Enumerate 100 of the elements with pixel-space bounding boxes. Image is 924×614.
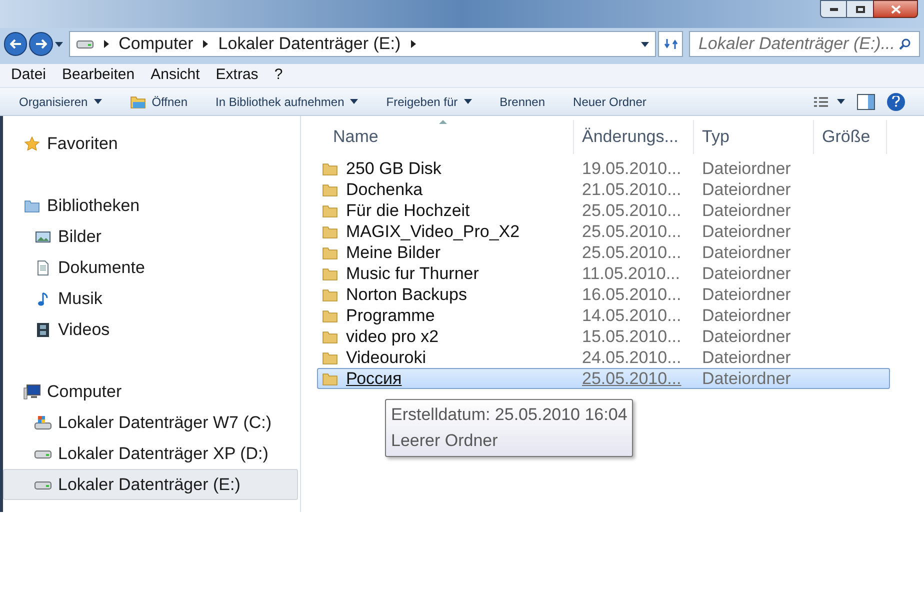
back-button[interactable] (4, 32, 28, 56)
date-cell-text: 25.05.2010... (581, 200, 682, 222)
type-cell-text: Dateiordner (701, 284, 792, 306)
sidebar-item[interactable]: Computer (3, 376, 298, 407)
help-button[interactable] (887, 92, 905, 110)
date-cell-text: 25.05.2010... (581, 368, 682, 390)
library-folder-icon (24, 198, 40, 214)
refresh-icon (664, 38, 678, 50)
caret-icon (54, 42, 63, 46)
folder-icon (322, 370, 338, 386)
list-view-icon (813, 96, 829, 108)
sidebar-item[interactable]: Musik (3, 283, 298, 314)
column-header[interactable]: Änderungs... (573, 120, 693, 154)
menu-item[interactable]: Ansicht (150, 64, 200, 87)
file-row[interactable]: video pro x2 15.05.2010... Dateiordner (317, 326, 890, 347)
view-options-button[interactable] (813, 96, 845, 108)
breadcrumb[interactable]: Computer (118, 31, 194, 57)
type-cell-text: Dateiordner (701, 200, 792, 222)
file-name: Dochenka (346, 178, 423, 201)
toolbar-button[interactable]: In Bibliothek aufnehmen (216, 92, 358, 110)
drive-icon (76, 39, 94, 49)
toolbar-button[interactable]: Neuer Ordner (573, 92, 646, 110)
folder-icon (322, 182, 338, 198)
drive-icon (34, 414, 52, 430)
file-name: Music fur Thurner (346, 262, 479, 285)
menu-item[interactable]: Bearbeiten (62, 64, 135, 87)
sidebar-item[interactable]: Lokaler Datenträger (E:) (3, 469, 298, 500)
folder-icon (322, 286, 338, 302)
file-row[interactable]: Music fur Thurner 11.05.2010... Dateiordner (317, 263, 890, 284)
close-button[interactable] (873, 0, 918, 18)
close-icon (890, 4, 900, 14)
sidebar-item[interactable]: Lokaler Datenträger XP (D:) (3, 438, 298, 469)
address-bar[interactable]: Computer Lokaler Datenträger (E:) (68, 31, 656, 57)
file-row[interactable]: Россия 25.05.2010... Dateiordner (317, 368, 890, 389)
caret-icon (94, 99, 102, 104)
date-cell-text: 11.05.2010... (581, 262, 681, 285)
menu-item[interactable]: Extras (216, 64, 258, 87)
type-cell-text: Dateiordner (701, 262, 792, 285)
file-row[interactable]: 250 GB Disk 19.05.2010... Dateiordner (317, 158, 890, 179)
toolbar-button[interactable]: Öffnen (130, 92, 188, 110)
date-cell-text: 25.05.2010... (581, 242, 682, 264)
caret-icon (641, 42, 650, 46)
minimize-button[interactable] (820, 0, 847, 18)
date-cell-text: 16.05.2010... (581, 284, 682, 306)
sidebar-item[interactable]: Bibliotheken (3, 190, 298, 221)
music-note-icon (36, 290, 50, 306)
drive-icon (34, 448, 52, 458)
column-header[interactable]: Name (317, 120, 573, 154)
forward-button[interactable] (29, 32, 53, 56)
caret-icon (350, 99, 358, 104)
date-cell-text: 14.05.2010... (581, 304, 682, 327)
toolbar-button[interactable]: Brennen (500, 92, 546, 110)
sidebar-item[interactable]: Favoriten (3, 128, 298, 159)
sidebar-item[interactable]: Bilder (3, 221, 298, 252)
file-row[interactable]: Meine Bilder 25.05.2010... Dateiordner (317, 242, 890, 263)
breadcrumb[interactable]: Lokaler Datenträger (E:) (218, 31, 401, 57)
file-name: Videouroki (346, 346, 426, 369)
file-row[interactable]: MAGIX_Video_Pro_X2 25.05.2010... Dateiordner (317, 221, 890, 242)
file-name: 250 GB Disk (346, 158, 442, 180)
type-cell-text: Dateiordner (701, 158, 792, 180)
caret-icon (464, 99, 472, 104)
help-icon (892, 96, 900, 107)
sidebar-item[interactable]: Dokumente (3, 252, 298, 283)
file-name: Россия (346, 368, 402, 390)
toolbar-button[interactable]: Organisieren (19, 92, 102, 110)
menu-item[interactable]: ? (274, 64, 283, 87)
search-icon (899, 38, 911, 50)
caret-icon (837, 99, 845, 104)
type-cell-text: Dateiordner (701, 178, 792, 201)
left-arrow-icon (10, 39, 22, 49)
folder-icon (322, 160, 338, 176)
menu-item[interactable]: Datei (11, 64, 46, 87)
picture-icon (35, 230, 51, 244)
file-row[interactable]: Norton Backups 16.05.2010... Dateiordner (317, 284, 890, 305)
toolbar-button[interactable]: Freigeben für (386, 92, 472, 110)
file-row[interactable]: Für die Hochzeit 25.05.2010... Dateiordner (317, 200, 890, 221)
chevron-icon (410, 40, 416, 48)
sidebar-item[interactable]: Videos (3, 314, 298, 345)
file-row[interactable]: Programme 14.05.2010... Dateiordner (317, 305, 890, 326)
tooltip-line: Erstelldatum: 25.05.2010 16:04 (391, 404, 628, 426)
type-cell-text: Dateiordner (701, 368, 792, 390)
folder-icon (322, 308, 338, 324)
file-name: Programme (346, 304, 435, 327)
file-row[interactable]: Videouroki 24.05.2010... Dateiordner (317, 347, 890, 368)
star-icon (24, 136, 40, 152)
column-header[interactable]: Größe (813, 120, 887, 154)
refresh-button[interactable] (658, 31, 684, 57)
folder-icon (322, 202, 338, 218)
type-cell-text: Dateiordner (701, 304, 792, 327)
file-row[interactable]: Dochenka 21.05.2010... Dateiordner (317, 179, 890, 200)
maximize-button[interactable] (847, 0, 873, 18)
date-cell-text: 19.05.2010... (581, 158, 682, 180)
column-header[interactable]: Typ (693, 120, 813, 154)
type-cell-text: Dateiordner (701, 220, 792, 243)
sidebar-item[interactable]: Lokaler Datenträger W7 (C:) (3, 407, 298, 438)
tooltip-line: Leerer Ordner (391, 430, 499, 452)
type-cell-text: Dateiordner (701, 326, 792, 348)
search-field[interactable]: Lokaler Datenträger (E:)... (689, 31, 920, 57)
file-name: Für die Hochzeit (346, 200, 470, 222)
preview-pane-button[interactable] (857, 94, 875, 110)
